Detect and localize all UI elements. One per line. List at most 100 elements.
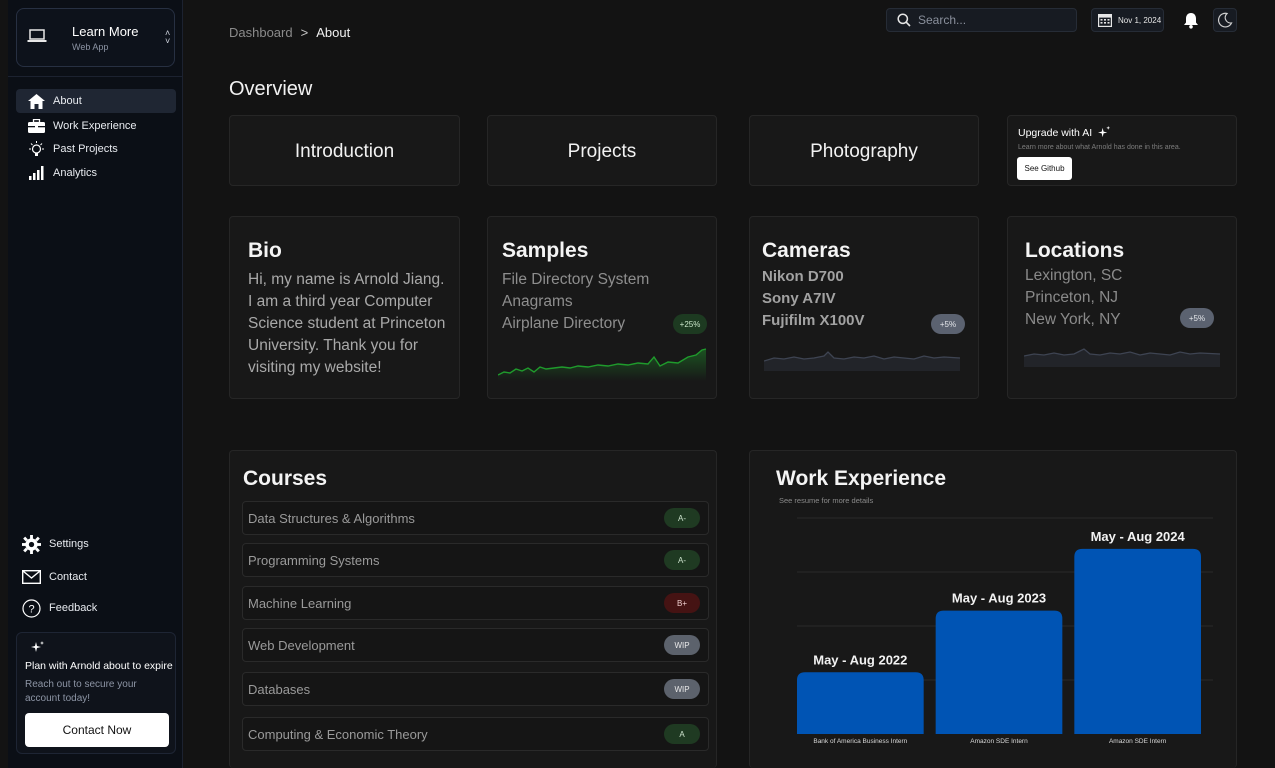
notifications-button[interactable] [1179,8,1203,32]
course-name: Databases [248,681,311,697]
divider [8,76,183,77]
chart-tick-label: Amazon SDE Intern [1109,738,1167,745]
bio-title: Bio [248,239,282,262]
chart-bar[interactable] [797,672,924,734]
tile-label: Introduction [294,141,395,162]
samples-list: File Directory System Anagrams Airplane … [502,269,649,335]
trend-badge: +5% [1180,308,1214,328]
chart-data-label: May - Aug 2023 [952,591,1046,606]
locations-card: Locations Lexington, SC Princeton, NJ Ne… [1007,216,1237,399]
sidebar-item-label: About [53,95,82,107]
trend-badge: +5% [931,314,965,334]
work-experience-chart: May - Aug 2022 Bank of America Business I… [797,517,1213,745]
chart-tick-label: Amazon SDE Intern [970,738,1028,745]
grade-badge: A [664,724,700,744]
work-experience-card: Work Experience See resume for more deta… [749,450,1237,768]
tile-label: Projects [567,141,637,162]
app-name: Learn More [72,24,139,39]
briefcase-icon [28,119,45,133]
samples-card: Samples File Directory System Anagrams A… [487,216,717,399]
table-row[interactable]: Computing & Economic Theory A [242,717,709,751]
list-item: Princeton, NJ [1025,289,1119,306]
list-item: Airplane Directory [502,315,626,332]
upgrade-card: Upgrade with AI Learn more about what Ar… [1007,115,1237,186]
sidebar-item-label: Feedback [49,602,98,614]
table-row[interactable]: Programming Systems A- [242,543,709,577]
list-item: Fujifilm X100V [762,312,865,329]
see-github-button[interactable]: See Github [1017,157,1072,180]
app-switcher[interactable]: Learn More Web App ˄ ˅ [16,8,175,67]
breadcrumb-separator: > [300,25,309,40]
plan-title: Plan with Arnold about to expire [25,660,173,672]
breadcrumb-dashboard[interactable]: Dashboard [229,25,293,40]
sparkles-icon [1098,126,1111,138]
sidebar-item-about[interactable]: About [16,89,176,113]
overview-heading: Overview [229,78,313,100]
cameras-card: Cameras Nikon D700 Sony A7IV Fujifilm X1… [749,216,979,399]
bio-text: Hi, my name is Arnold Jiang. I am a thir… [248,271,446,376]
sidebar-item-settings[interactable]: Settings [22,533,89,555]
cameras-list: Nikon D700 Sony A7IV Fujifilm X100V [762,266,865,332]
grade-badge: WIP [664,635,700,655]
locations-title: Locations [1025,239,1125,262]
plan-subtitle: Reach out to secure your account today! [25,679,137,704]
courses-card: Courses Data Structures & Algorithms A- … [229,450,717,768]
grade-badge: B+ [664,593,700,613]
course-name: Web Development [248,637,355,653]
sidebar-item-label: Contact [49,571,87,583]
list-item: Anagrams [502,293,573,310]
trend-badge: +25% [673,314,707,334]
bio-card: Bio Hi, my name is Arnold Jiang. I am a … [229,216,460,399]
search-placeholder: Search... [918,13,967,27]
upgrade-heading: Upgrade with AI [1018,126,1111,139]
chart-bar[interactable] [1074,548,1201,734]
course-name: Computing & Economic Theory [248,726,428,742]
sidebar-item-label: Past Projects [53,143,118,155]
sidebar: Learn More Web App ˄ ˅ About Work Experie… [8,0,183,768]
samples-title: Samples [502,239,589,262]
sparkles-icon [31,641,44,652]
sidebar-item-feedback[interactable]: ? Feedback [22,597,97,619]
chart-data-label: May - Aug 2022 [813,652,907,667]
sidebar-item-past-projects[interactable]: Past Projects [16,137,176,161]
contact-now-button[interactable]: Contact Now [25,713,169,747]
tile-projects[interactable]: Projects [487,115,717,186]
tile-introduction[interactable]: Introduction [229,115,460,186]
table-row[interactable]: Data Structures & Algorithms A- [242,501,709,535]
chart-tick-label: Bank of America Business Intern [813,738,907,745]
sidebar-item-analytics[interactable]: Analytics [16,161,176,185]
sidebar-item-label: Work Experience [53,120,137,132]
grade-badge: A- [664,508,700,528]
table-row[interactable]: Web Development WIP [242,628,709,662]
upgrade-description: Learn more about what Arnold has done in… [1018,144,1181,151]
grade-badge: WIP [664,679,700,699]
signal-bars-icon [29,166,44,180]
upgrade-title: Upgrade with AI [1018,126,1093,139]
search-input[interactable]: Search... [886,8,1077,32]
mail-icon [22,570,41,584]
tile-photography[interactable]: Photography [749,115,979,186]
chart-data-label: May - Aug 2024 [1091,529,1186,544]
gear-icon [22,534,41,554]
sidebar-item-work-experience[interactable]: Work Experience [16,114,176,138]
calendar-icon [1098,14,1112,27]
app-subtitle: Web App [72,42,109,52]
sparkline [764,351,961,371]
date-picker[interactable]: Nov 1, 2024 [1091,8,1164,32]
breadcrumb: Dashboard > About [229,25,350,40]
sidebar-item-contact[interactable]: Contact [22,566,87,588]
laptop-icon [27,29,47,42]
list-item: Sony A7IV [762,290,836,307]
grade-badge: A- [664,550,700,570]
list-item: Nikon D700 [762,268,844,285]
theme-toggle-button[interactable] [1213,8,1237,32]
course-name: Programming Systems [248,552,380,568]
table-row[interactable]: Machine Learning B+ [242,586,709,620]
table-row[interactable]: Databases WIP [242,672,709,706]
cameras-title: Cameras [762,239,851,262]
lightbulb-icon [29,140,44,156]
chart-bar[interactable] [935,610,1063,734]
search-icon [897,13,911,27]
date-label: Nov 1, 2024 [1118,15,1162,25]
breadcrumb-current: About [316,25,351,40]
